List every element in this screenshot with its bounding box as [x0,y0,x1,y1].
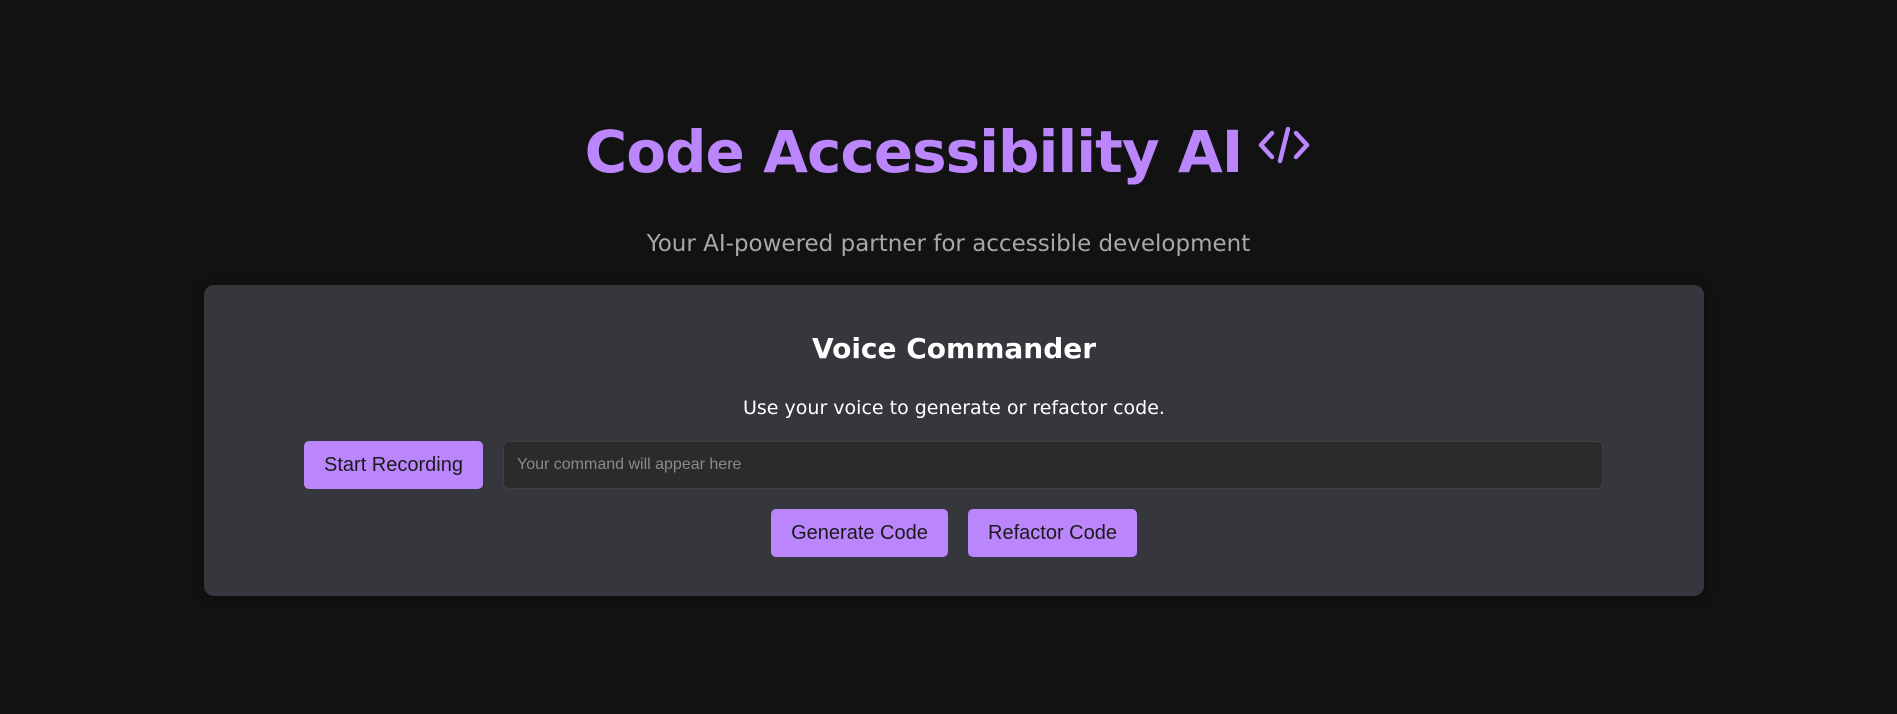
header: Code Accessibility AI [0,112,1897,192]
generate-code-button[interactable]: Generate Code [771,509,948,557]
refactor-code-button[interactable]: Refactor Code [968,509,1137,557]
page-subtitle: Your AI-powered partner for accessible d… [646,231,1251,257]
code-icon [1256,121,1312,169]
page-title: Code Accessibility AI [584,118,1244,186]
card-title: Voice Commander [811,332,1097,365]
voice-commander-card: Voice Commander Use your voice to genera… [204,285,1704,596]
start-recording-button[interactable]: Start Recording [304,441,483,489]
command-input[interactable] [503,441,1603,489]
card-description: Use your voice to generate or refactor c… [743,397,1165,419]
page: Code Accessibility AI Your AI-powered pa… [0,0,1897,714]
